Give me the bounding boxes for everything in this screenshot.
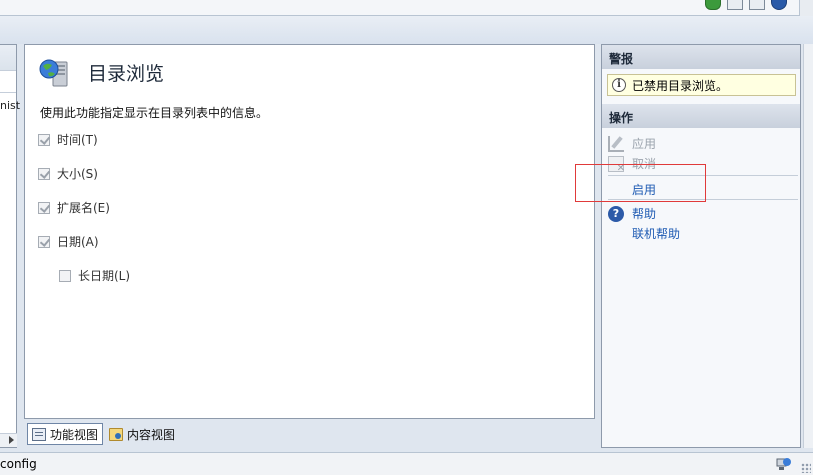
- features-view-icon: [32, 427, 46, 441]
- alerts-header: 警报: [602, 45, 800, 69]
- apply-label: 应用: [632, 137, 657, 151]
- apply-action[interactable]: 应用: [608, 135, 656, 152]
- highlight-annotation-box: [575, 164, 706, 202]
- help-action[interactable]: ? 帮助: [608, 205, 656, 222]
- home-icon[interactable]: [749, 0, 765, 10]
- alert-message-box: i 已禁用目录浏览。: [607, 74, 796, 96]
- long-date-label: 长日期(L): [78, 269, 131, 283]
- header-band: [0, 16, 813, 44]
- tab-content-view-label: 内容视图: [127, 427, 176, 442]
- view-tabs: 功能视图 内容视图: [27, 423, 179, 445]
- option-long-date[interactable]: 长日期(L): [59, 267, 130, 284]
- extension-checkbox[interactable]: [38, 201, 50, 214]
- feature-description: 使用此功能指定显示在目录列表中的信息。: [40, 106, 269, 120]
- tab-features-view[interactable]: 功能视图: [27, 423, 104, 445]
- connections-tree-label[interactable]: nist: [0, 99, 20, 112]
- connections-row[interactable]: [0, 71, 16, 93]
- online-help-action[interactable]: 联机帮助: [632, 225, 680, 242]
- refresh-icon[interactable]: [705, 0, 721, 10]
- alert-message: 已禁用目录浏览。: [632, 78, 729, 93]
- title-strip: [0, 0, 813, 16]
- option-time[interactable]: 时间(T): [38, 131, 98, 148]
- connections-header: [0, 45, 16, 71]
- resize-grip[interactable]: [801, 463, 811, 473]
- connections-pane: nist: [0, 44, 20, 448]
- help-label: 帮助: [632, 207, 657, 221]
- connections-hscrollbar[interactable]: [0, 433, 17, 447]
- date-checkbox[interactable]: [38, 235, 50, 248]
- apply-icon: [608, 135, 624, 152]
- status-text: config: [0, 457, 37, 471]
- scroll-right-arrow-icon[interactable]: [9, 436, 14, 444]
- option-extension[interactable]: 扩展名(E): [38, 199, 110, 216]
- date-label: 日期(A): [57, 235, 99, 249]
- option-size[interactable]: 大小(S): [38, 165, 98, 182]
- time-checkbox[interactable]: [38, 133, 50, 146]
- top-scroll-stub: [799, 0, 813, 16]
- actions-pane: 警报 i 已禁用目录浏览。 操作 应用 取消 启用 ? 帮助 联机帮助: [601, 44, 801, 448]
- actions-header: 操作: [602, 104, 800, 128]
- content-view-icon: [109, 427, 124, 441]
- long-date-checkbox[interactable]: [59, 269, 71, 282]
- toolbar-icons: [705, 0, 787, 10]
- info-icon: i: [612, 78, 626, 92]
- feature-directory-browsing-icon: [39, 59, 68, 87]
- size-checkbox[interactable]: [38, 167, 50, 180]
- network-status-icon: [776, 458, 791, 470]
- feature-panel: 目录浏览 使用此功能指定显示在目录列表中的信息。 时间(T) 大小(S) 扩展名…: [24, 44, 595, 419]
- time-label: 时间(T): [57, 133, 98, 147]
- stop-icon[interactable]: [727, 0, 743, 10]
- help-icon: ?: [608, 205, 624, 222]
- page-title: 目录浏览: [88, 63, 165, 85]
- tab-content-view[interactable]: 内容视图: [105, 423, 179, 445]
- status-bar: config: [0, 452, 813, 475]
- option-date[interactable]: 日期(A): [38, 233, 99, 250]
- extension-label: 扩展名(E): [57, 201, 110, 215]
- help-toolbar-icon[interactable]: [771, 0, 787, 10]
- size-label: 大小(S): [57, 167, 98, 181]
- right-vertical-scrollbar[interactable]: [803, 44, 813, 448]
- tab-features-view-label: 功能视图: [50, 427, 99, 442]
